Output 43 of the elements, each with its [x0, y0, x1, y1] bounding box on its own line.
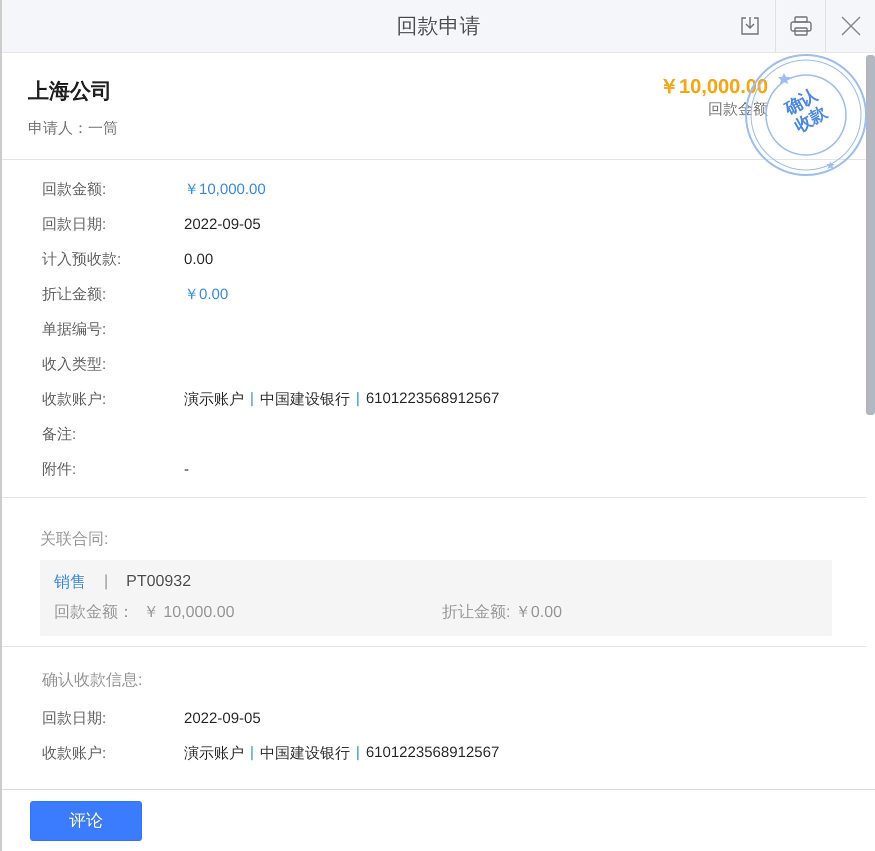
- amount-value: ￥10,000.00: [659, 75, 768, 100]
- account-part: 中国建设银行: [260, 390, 350, 409]
- stamp-text: 确认 收款: [780, 84, 832, 138]
- contract-discount: 折让金额: ￥0.00: [442, 602, 562, 622]
- contract-amount: 回款金额： ￥ 10,000.00: [54, 602, 236, 622]
- separator: |: [250, 744, 254, 763]
- printer-icon: [788, 15, 812, 37]
- account-part: 演示账户: [184, 744, 244, 763]
- account-part: 演示账户: [184, 390, 244, 409]
- download-icon: [739, 15, 761, 37]
- comment-button[interactable]: 评论: [30, 800, 142, 840]
- field-label: 计入预收款:: [42, 250, 122, 269]
- field-value: 0.00: [184, 251, 214, 268]
- field-value: ￥0.00: [184, 285, 228, 304]
- field-label: 折让金额:: [42, 285, 108, 304]
- company-name: 上海公司: [28, 79, 113, 105]
- account-part: 中国建设银行: [260, 744, 350, 763]
- applicant-text: 申请人：一筒: [28, 119, 118, 138]
- field-value: 2022-09-05: [184, 216, 261, 233]
- separator: |: [356, 744, 360, 763]
- contract-type-link[interactable]: 销售: [54, 572, 86, 592]
- section-title: 关联合同:: [40, 530, 110, 550]
- account-part: 6101223568912567: [366, 744, 500, 763]
- close-icon: [840, 15, 862, 37]
- field-label: 单据编号:: [42, 320, 108, 339]
- field-label: 回款日期:: [42, 709, 108, 728]
- field-label: 收款账户:: [42, 390, 108, 409]
- separator: |: [250, 390, 254, 409]
- window-title: 回款申请: [396, 14, 480, 40]
- field-label: 回款日期:: [42, 215, 108, 234]
- field-label: 附件:: [42, 460, 78, 479]
- field-value: -: [184, 461, 189, 478]
- field-label: 收入类型:: [42, 355, 108, 374]
- field-value: ￥10,000.00: [184, 180, 266, 199]
- field-label: 备注:: [42, 425, 78, 444]
- field-label: 回款金额:: [42, 180, 108, 199]
- contract-code: PT00932: [126, 573, 192, 591]
- separator: |: [104, 573, 108, 591]
- section-title: 确认收款信息:: [42, 670, 144, 690]
- separator: |: [356, 390, 360, 409]
- field-label: 收款账户:: [42, 744, 108, 763]
- account-part: 6101223568912567: [366, 390, 500, 409]
- field-value: 2022-09-05: [184, 710, 261, 727]
